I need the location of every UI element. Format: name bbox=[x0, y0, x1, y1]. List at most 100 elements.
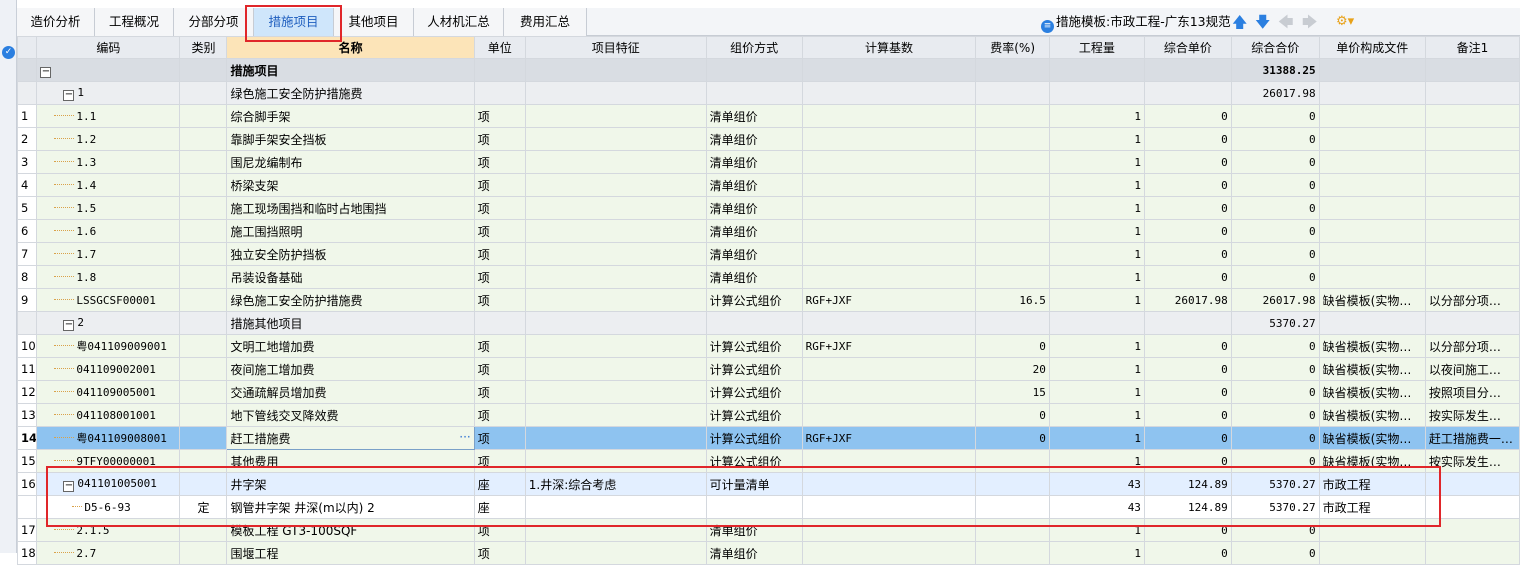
code-cell[interactable]: 041109005001 bbox=[36, 380, 181, 404]
row-number[interactable]: 10 bbox=[16, 334, 38, 358]
total-price-cell[interactable]: 0 bbox=[1230, 127, 1320, 151]
features-cell[interactable] bbox=[524, 58, 707, 82]
remark-cell[interactable]: 以分部分项… bbox=[1424, 288, 1520, 312]
price-file-cell[interactable]: 缺省模板(实物… bbox=[1318, 288, 1426, 312]
total-price-cell[interactable]: 5370.27 bbox=[1230, 311, 1320, 335]
unit-price-cell[interactable]: 0 bbox=[1143, 265, 1232, 289]
pricing-method-cell[interactable]: 清单组价 bbox=[705, 242, 803, 266]
table-row[interactable]: 2 1.2 靠脚手架安全挡板项清单组价 1 0 0 bbox=[16, 127, 1520, 151]
features-cell[interactable] bbox=[524, 265, 707, 289]
remark-cell[interactable] bbox=[1424, 150, 1520, 174]
total-price-cell[interactable]: 0 bbox=[1230, 449, 1320, 473]
unit-cell[interactable]: 座 bbox=[473, 472, 526, 496]
code-cell[interactable]: − bbox=[36, 58, 181, 82]
total-price-cell[interactable]: 0 bbox=[1230, 242, 1320, 266]
category-cell[interactable] bbox=[179, 242, 228, 266]
code-cell[interactable]: 9TFY00000001 bbox=[36, 449, 181, 473]
price-file-cell[interactable]: 市政工程 bbox=[1318, 495, 1426, 519]
calc-base-cell[interactable] bbox=[801, 242, 977, 266]
table-row[interactable]: −2 措施其他项目 5370.27 bbox=[16, 311, 1520, 335]
row-number[interactable] bbox=[16, 495, 38, 519]
features-cell[interactable] bbox=[524, 380, 707, 404]
unit-cell[interactable]: 项 bbox=[473, 196, 526, 220]
table-row[interactable]: 15 9TFY00000001 其他费用项计算公式组价 1 0 0 缺省模板(实物… 按实际发… bbox=[16, 449, 1520, 473]
collapse-toggle-icon[interactable]: − bbox=[63, 481, 75, 492]
name-cell[interactable]: 独立安全防护挡板 bbox=[226, 242, 475, 266]
remark-cell[interactable] bbox=[1424, 242, 1520, 266]
price-file-cell[interactable]: 缺省模板(实物… bbox=[1318, 380, 1426, 404]
name-cell[interactable]: 夜间施工增加费 bbox=[226, 357, 475, 381]
category-cell[interactable] bbox=[179, 127, 228, 151]
unit-cell[interactable]: 项 bbox=[473, 150, 526, 174]
quantity-cell[interactable]: 1 bbox=[1048, 288, 1145, 312]
category-cell[interactable] bbox=[179, 58, 228, 82]
pricing-method-cell[interactable]: 计算公式组价 bbox=[705, 403, 803, 427]
name-cell[interactable]: 靠脚手架安全挡板 bbox=[226, 127, 475, 151]
row-number[interactable]: 14 bbox=[16, 426, 38, 450]
row-number[interactable]: 5 bbox=[16, 196, 38, 220]
rate-cell[interactable] bbox=[975, 127, 1050, 151]
code-cell[interactable]: −2 bbox=[36, 311, 181, 335]
price-file-cell[interactable] bbox=[1318, 265, 1426, 289]
category-cell[interactable] bbox=[179, 403, 228, 427]
features-cell[interactable] bbox=[524, 242, 707, 266]
tab-measures[interactable]: 措施项目 bbox=[254, 8, 334, 36]
unit-cell[interactable]: 项 bbox=[473, 518, 526, 542]
col-header-calc-base[interactable]: 计算基数 bbox=[801, 36, 977, 59]
name-cell[interactable]: 其他费用 bbox=[226, 449, 475, 473]
rate-cell[interactable] bbox=[975, 150, 1050, 174]
tab-sub-items[interactable]: 分部分项 bbox=[174, 8, 254, 36]
calc-base-cell[interactable] bbox=[801, 518, 977, 542]
quantity-cell[interactable]: 1 bbox=[1048, 104, 1145, 128]
col-header-code[interactable]: 编码 bbox=[36, 36, 181, 59]
total-price-cell[interactable]: 0 bbox=[1230, 219, 1320, 243]
code-cell[interactable]: 粤041109008001 bbox=[36, 426, 181, 450]
rate-cell[interactable] bbox=[975, 173, 1050, 197]
remark-cell[interactable] bbox=[1424, 518, 1520, 542]
pricing-method-cell[interactable]: 计算公式组价 bbox=[705, 426, 803, 450]
category-cell[interactable] bbox=[179, 81, 228, 105]
category-cell[interactable] bbox=[179, 449, 228, 473]
remark-cell[interactable] bbox=[1424, 495, 1520, 519]
col-header-unit-price[interactable]: 综合单价 bbox=[1143, 36, 1232, 59]
calc-base-cell[interactable] bbox=[801, 380, 977, 404]
features-cell[interactable] bbox=[524, 311, 707, 335]
category-cell[interactable] bbox=[179, 380, 228, 404]
unit-cell[interactable]: 项 bbox=[473, 357, 526, 381]
rate-cell[interactable] bbox=[975, 495, 1050, 519]
quantity-cell[interactable]: 1 bbox=[1048, 196, 1145, 220]
total-price-cell[interactable]: 0 bbox=[1230, 380, 1320, 404]
tab-cost-analysis[interactable]: 造价分析 bbox=[17, 8, 95, 36]
price-file-cell[interactable]: 缺省模板(实物… bbox=[1318, 334, 1426, 358]
code-cell[interactable]: 粤041109009001 bbox=[36, 334, 181, 358]
unit-price-cell[interactable]: 0 bbox=[1143, 219, 1232, 243]
unit-price-cell[interactable]: 124.89 bbox=[1143, 472, 1232, 496]
price-file-cell[interactable]: 市政工程 bbox=[1318, 472, 1426, 496]
move-up-icon[interactable]: 🡅 bbox=[1232, 8, 1247, 36]
name-cell[interactable]: 桥梁支架 bbox=[226, 173, 475, 197]
price-file-cell[interactable] bbox=[1318, 541, 1426, 565]
move-right-icon[interactable]: 🡆 bbox=[1302, 8, 1318, 36]
name-cell[interactable]: 综合脚手架 bbox=[226, 104, 475, 128]
code-cell[interactable]: −1 bbox=[36, 81, 181, 105]
calc-base-cell[interactable] bbox=[801, 104, 977, 128]
unit-price-cell[interactable]: 124.89 bbox=[1143, 495, 1232, 519]
unit-cell[interactable]: 项 bbox=[473, 288, 526, 312]
row-number[interactable]: 11 bbox=[16, 357, 38, 381]
row-number[interactable]: 4 bbox=[16, 173, 38, 197]
rate-cell[interactable]: 16.5 bbox=[975, 288, 1050, 312]
code-cell[interactable]: 1.1 bbox=[36, 104, 181, 128]
name-cell[interactable]: 围尼龙编制布 bbox=[226, 150, 475, 174]
code-cell[interactable]: 1.6 bbox=[36, 219, 181, 243]
quantity-cell[interactable]: 1 bbox=[1048, 334, 1145, 358]
pricing-method-cell[interactable]: 清单组价 bbox=[705, 518, 803, 542]
features-cell[interactable] bbox=[524, 403, 707, 427]
rate-cell[interactable] bbox=[975, 311, 1050, 335]
category-cell[interactable] bbox=[179, 173, 228, 197]
calc-base-cell[interactable] bbox=[801, 219, 977, 243]
row-number[interactable]: 16 bbox=[16, 472, 38, 496]
total-price-cell[interactable]: 26017.98 bbox=[1230, 81, 1320, 105]
unit-price-cell[interactable] bbox=[1143, 58, 1232, 82]
unit-cell[interactable]: 项 bbox=[473, 541, 526, 565]
remark-cell[interactable] bbox=[1424, 541, 1520, 565]
